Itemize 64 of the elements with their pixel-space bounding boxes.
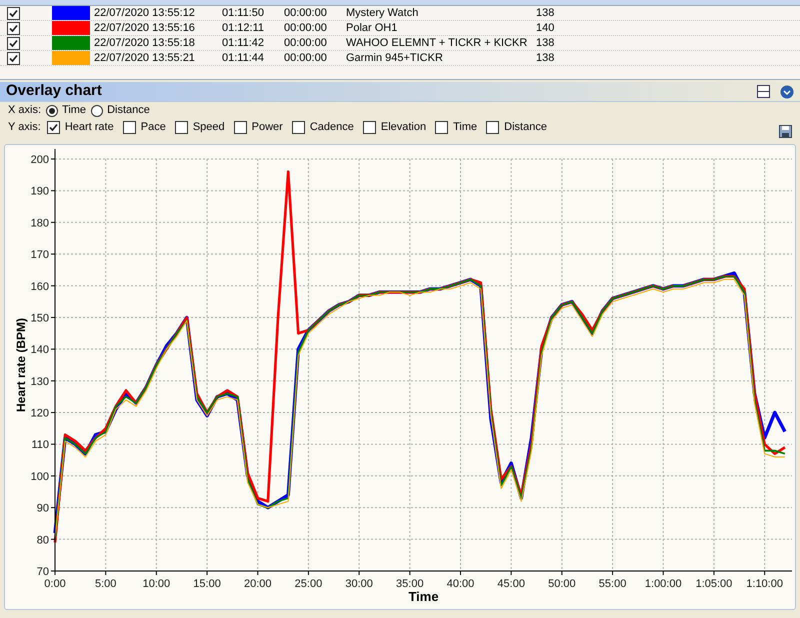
device-name: WAHOO ELEMNT + TICKR + KICKR [346,36,528,51]
duration: 01:11:42 [222,36,266,51]
y-tick-label: 140 [30,344,49,356]
x-axis-title: Time [408,589,439,604]
x-tick-label: 1:10:00 [746,578,783,590]
checkbox-label: Pace [140,120,166,136]
x-tick-label: 10:00 [142,578,170,590]
x-tick-label: 30:00 [345,578,373,590]
y-tick-label: 190 [30,186,49,198]
start-time: 22/07/2020 13:55:12 [93,6,196,21]
duration: 01:11:50 [222,6,266,21]
radio-label: Distance [107,103,150,118]
average-heart-rate: 138 [536,50,556,66]
checkbox-label: Elevation [380,120,426,136]
checkbox-label: Power [252,120,283,136]
x-axis-label: X axis: [8,103,42,118]
x-tick-label: 1:00:00 [644,578,682,590]
radio-label: Time [62,103,86,118]
x-tick-label: 15:00 [193,578,221,590]
average-heart-rate: 138 [536,36,556,51]
time-offset: 00:00:00 [284,50,328,66]
y-tick-label: 200 [30,154,49,166]
time-offset: 00:00:00 [284,20,328,36]
y-tick-label: 150 [30,312,49,324]
y-tick-label: 80 [36,534,49,546]
checkbox-label: Heart rate [64,120,114,136]
start-time: 22/07/2020 13:55:21 [93,50,196,66]
x-tick-label: 50:00 [548,578,576,590]
y-tick-label: 160 [30,280,49,293]
device-name: Garmin 945+TICKR [346,50,444,66]
x-tick-label: 45:00 [497,578,525,590]
x-tick-label: 40:00 [446,578,474,590]
y-tick-label: 170 [30,249,49,262]
checkbox-label: Speed [192,120,225,136]
x-tick-label: 35:00 [396,578,424,590]
duration: 01:11:44 [222,50,266,66]
time-offset: 00:00:00 [284,6,328,21]
time-offset: 00:00:00 [284,36,328,51]
y-tick-label: 130 [30,376,49,388]
y-tick-label: 120 [30,408,49,420]
start-time: 22/07/2020 13:55:16 [93,20,196,36]
start-time: 22/07/2020 13:55:18 [93,36,196,51]
checkbox-label: Distance [504,120,547,136]
y-axis-label: Y axis: [8,120,41,136]
y-tick-label: 100 [30,470,49,483]
x-tick-label: 25:00 [294,578,322,590]
x-tick-label: 20:00 [244,578,272,590]
device-name: Mystery Watch [346,6,420,21]
checkbox-label: Time [453,120,478,136]
y-tick-label: 110 [31,439,49,452]
y-tick-label: 180 [30,217,49,230]
checkbox-label: Cadence [310,120,354,136]
panel-title: Overlay chart [6,81,102,102]
y-axis-title: Heart rate (BPM) [14,318,28,412]
y-tick-label: 90 [36,502,49,515]
average-heart-rate: 140 [536,20,556,36]
x-tick-label: 0:00 [44,578,66,590]
y-tick-label: 70 [36,566,49,578]
device-name: Polar OH1 [346,20,398,36]
x-tick-label: 1:05:00 [696,578,732,590]
x-tick-label: 5:00 [94,578,116,590]
duration: 01:12:11 [222,20,266,36]
x-tick-label: 55:00 [598,578,626,590]
average-heart-rate: 138 [536,6,556,21]
